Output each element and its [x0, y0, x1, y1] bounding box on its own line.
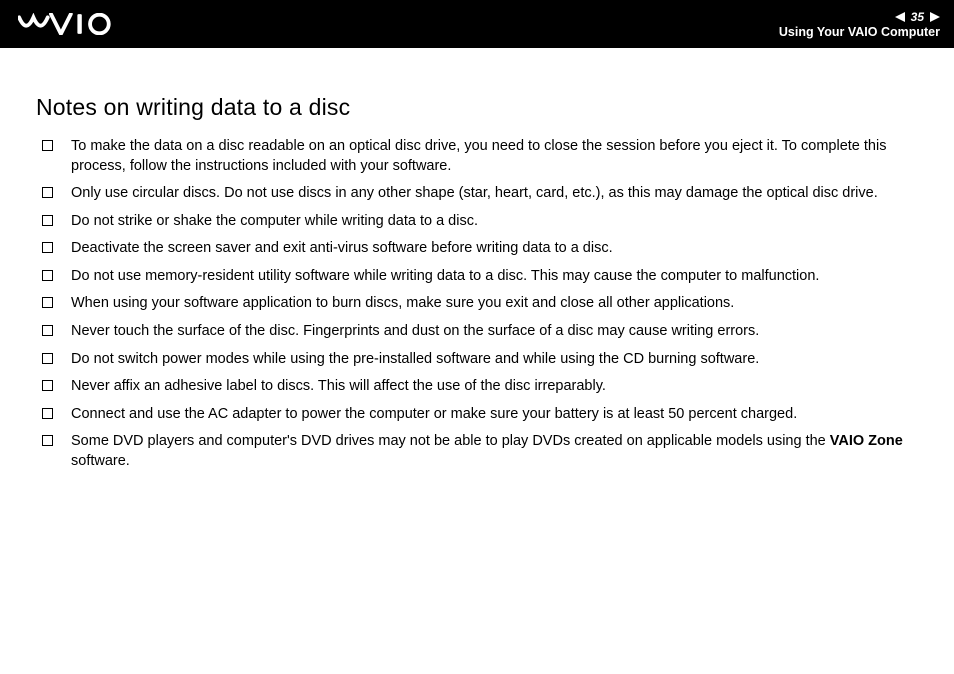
square-bullet-icon — [42, 408, 53, 419]
square-bullet-icon — [42, 270, 53, 281]
page-header: 35 Using Your VAIO Computer — [0, 0, 954, 48]
list-item: Do not switch power modes while using th… — [36, 350, 918, 370]
page-content: Notes on writing data to a disc To make … — [0, 48, 954, 471]
square-bullet-icon — [42, 435, 53, 446]
list-item-text: Do not switch power modes while using th… — [71, 350, 918, 370]
list-item: Only use circular discs. Do not use disc… — [36, 184, 918, 204]
list-item-text: Some DVD players and computer's DVD driv… — [71, 432, 918, 471]
prev-page-arrow-icon[interactable] — [895, 12, 905, 22]
header-right: 35 Using Your VAIO Computer — [779, 10, 940, 39]
list-item-text: Never affix an adhesive label to discs. … — [71, 377, 918, 397]
list-item: Do not strike or shake the computer whil… — [36, 212, 918, 232]
next-page-arrow-icon[interactable] — [930, 12, 940, 22]
square-bullet-icon — [42, 325, 53, 336]
page-heading: Notes on writing data to a disc — [36, 94, 918, 121]
list-item: Deactivate the screen saver and exit ant… — [36, 239, 918, 259]
bold-text: VAIO Zone — [830, 433, 903, 449]
list-item-text: Connect and use the AC adapter to power … — [71, 405, 918, 425]
section-title: Using Your VAIO Computer — [779, 25, 940, 39]
list-item-text: To make the data on a disc readable on a… — [71, 137, 918, 176]
list-item-text: Never touch the surface of the disc. Fin… — [71, 322, 918, 342]
square-bullet-icon — [42, 297, 53, 308]
list-item: Connect and use the AC adapter to power … — [36, 405, 918, 425]
square-bullet-icon — [42, 140, 53, 151]
square-bullet-icon — [42, 187, 53, 198]
list-item: When using your software application to … — [36, 294, 918, 314]
page-number: 35 — [911, 10, 924, 24]
notes-list: To make the data on a disc readable on a… — [36, 137, 918, 471]
square-bullet-icon — [42, 215, 53, 226]
list-item: Never touch the surface of the disc. Fin… — [36, 322, 918, 342]
list-item-text: Only use circular discs. Do not use disc… — [71, 184, 918, 204]
square-bullet-icon — [42, 380, 53, 391]
list-item-text: Do not strike or shake the computer whil… — [71, 212, 918, 232]
list-item-text: Deactivate the screen saver and exit ant… — [71, 239, 918, 259]
list-item-text: When using your software application to … — [71, 294, 918, 314]
list-item: To make the data on a disc readable on a… — [36, 137, 918, 176]
square-bullet-icon — [42, 242, 53, 253]
list-item: Never affix an adhesive label to discs. … — [36, 377, 918, 397]
square-bullet-icon — [42, 353, 53, 364]
vaio-logo — [18, 13, 128, 35]
list-item: Some DVD players and computer's DVD driv… — [36, 432, 918, 471]
list-item-text: Do not use memory-resident utility softw… — [71, 267, 918, 287]
page-nav: 35 — [895, 10, 940, 24]
list-item: Do not use memory-resident utility softw… — [36, 267, 918, 287]
